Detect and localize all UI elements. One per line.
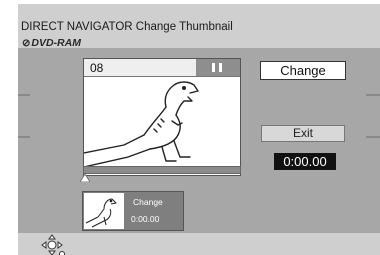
preview-info-bar: 08 [84, 59, 240, 77]
navigation-cross-icon [41, 234, 65, 255]
chapter-number: 08 [90, 61, 104, 75]
footer [18, 233, 380, 255]
progress-track[interactable] [83, 166, 241, 174]
disc-type: ⊘DVD-RAM [22, 37, 81, 49]
disc-icon: ⊘ [22, 38, 31, 49]
preview-window[interactable]: 08 [83, 58, 241, 176]
dinosaur-image [84, 81, 199, 168]
time-display: 0:00.00 [274, 153, 336, 170]
screen: DIRECT NAVIGATOR Change Thumbnail ⊘DVD-R… [18, 4, 380, 255]
disc-type-label: DVD-RAM [31, 37, 81, 49]
thumbnail-label: Change [133, 197, 163, 207]
thumbnail-time: 0:00.00 [131, 214, 160, 224]
exit-button[interactable]: Exit [261, 125, 345, 142]
pause-icon [196, 59, 240, 76]
thumbnail-image [84, 193, 124, 229]
edge-marker [0, 236, 8, 238]
thumbnail-panel[interactable]: Change 0:00.00 [82, 191, 184, 231]
change-button[interactable]: Change [260, 61, 346, 80]
divider [18, 136, 30, 138]
divider [18, 94, 30, 96]
header: DIRECT NAVIGATOR Change Thumbnail ⊘DVD-R… [18, 4, 380, 49]
page-title: DIRECT NAVIGATOR Change Thumbnail [21, 21, 233, 33]
triangle-up-icon[interactable] [80, 174, 90, 182]
divider [366, 136, 380, 138]
divider [366, 94, 380, 96]
